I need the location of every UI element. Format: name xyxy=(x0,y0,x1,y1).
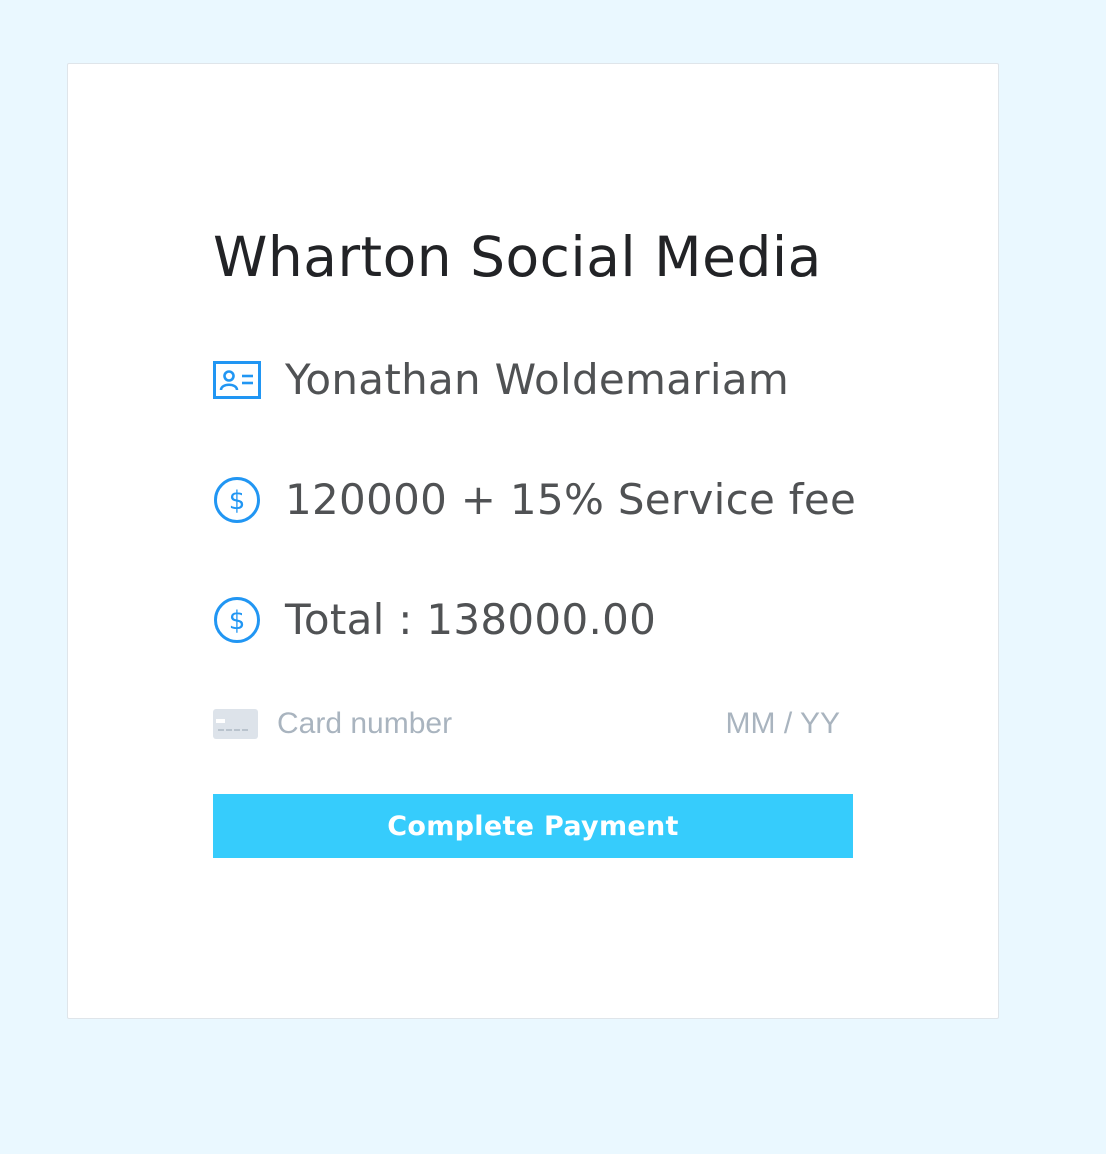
svg-text:$: $ xyxy=(229,606,246,636)
credit-card-icon xyxy=(213,709,258,739)
payer-name-row: Yonathan Woldemariam xyxy=(213,350,853,410)
svg-text:$: $ xyxy=(229,486,246,516)
fee-row: $ 120000 + 15% Service fee xyxy=(213,470,857,530)
payment-content: Wharton Social Media Yonathan Woldemaria… xyxy=(213,224,857,858)
total-row: $ Total : 138000.00 xyxy=(213,590,853,650)
total-text: Total : 138000.00 xyxy=(285,595,657,644)
dollar-circle-icon: $ xyxy=(213,596,261,644)
card-expiry-input[interactable]: MM / YY xyxy=(726,707,840,741)
payment-card: Wharton Social Media Yonathan Woldemaria… xyxy=(67,63,999,1019)
merchant-title: Wharton Social Media xyxy=(213,225,822,289)
payer-name: Yonathan Woldemariam xyxy=(285,355,790,404)
card-input-field[interactable]: Card number MM / YY xyxy=(213,702,853,746)
card-number-input[interactable]: Card number xyxy=(277,707,452,741)
complete-payment-button[interactable]: Complete Payment xyxy=(213,794,853,858)
dollar-circle-icon: $ xyxy=(213,476,261,524)
fee-text: 120000 + 15% Service fee xyxy=(285,475,857,524)
id-card-icon xyxy=(213,356,261,404)
